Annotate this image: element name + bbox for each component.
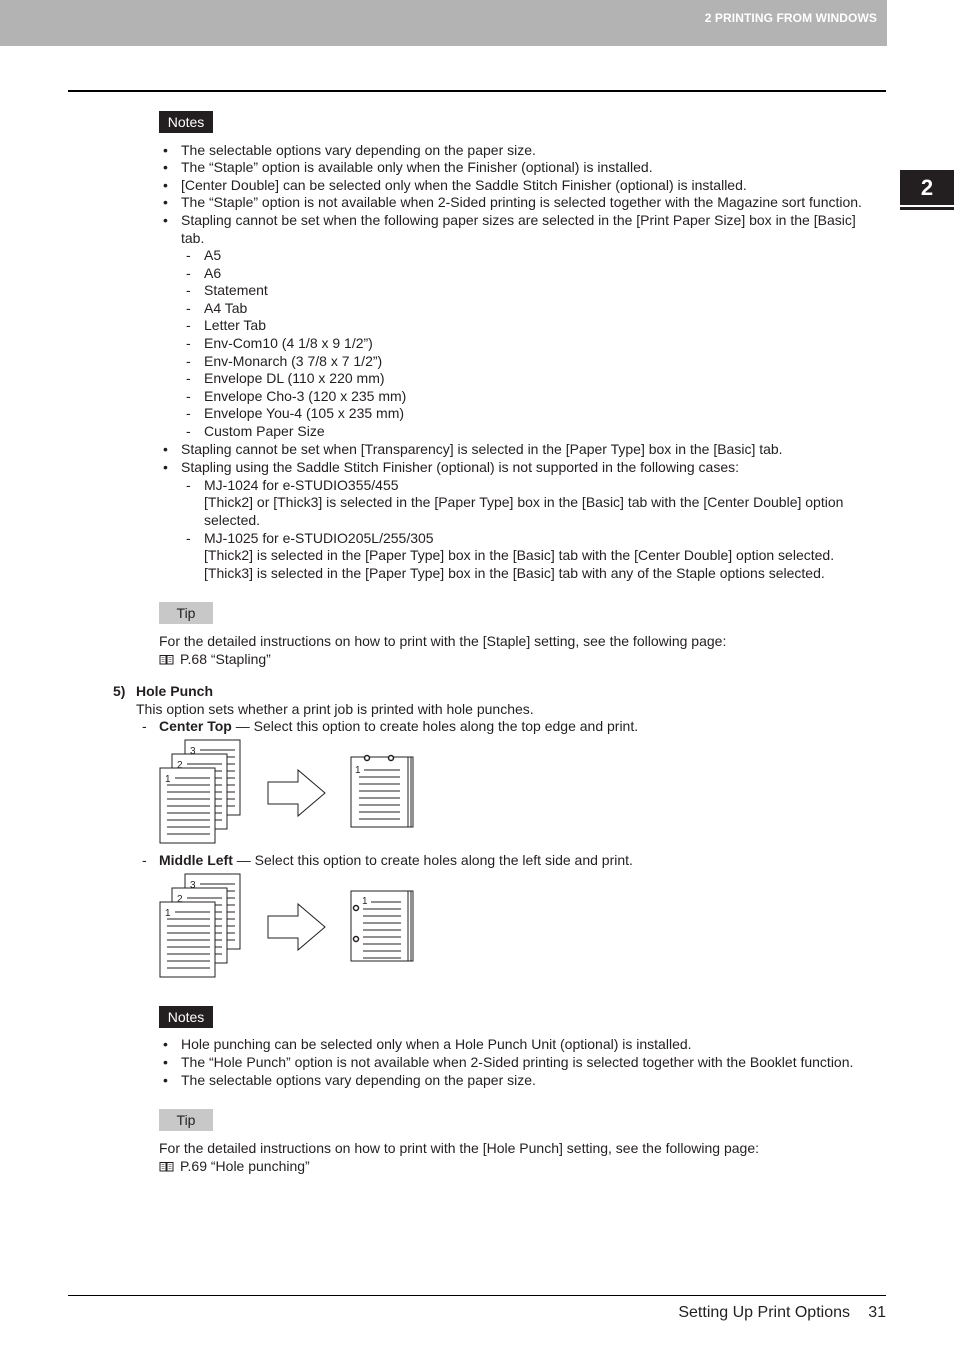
punch-hole: [352, 904, 360, 912]
footer-divider: [68, 1295, 886, 1296]
tip-label: Tip: [159, 1109, 213, 1131]
notes-label: Notes: [159, 111, 213, 133]
list-item-continuation: tab.: [181, 230, 205, 246]
tip-link-text[interactable]: P.69 “Hole punching”: [180, 1158, 310, 1174]
notes-label: Notes: [159, 1006, 213, 1028]
dash-icon: -: [142, 718, 147, 734]
footer-section-title: Setting Up Print Options: [678, 1304, 850, 1321]
paper-size-item: A5: [204, 247, 222, 263]
case-model: MJ-1024 for e-STUDIO355/455: [204, 477, 399, 493]
page-number-label: 1: [165, 908, 171, 919]
punch-hole: [363, 754, 371, 762]
page-number-label: 1: [362, 896, 368, 907]
book-icon: [159, 1162, 174, 1172]
dash-icon: -: [186, 335, 191, 351]
bullet-icon: •: [163, 459, 168, 475]
list-item: [Center Double] can be selected only whe…: [181, 177, 747, 193]
case-detail: [Thick2] or [Thick3] is selected in the …: [204, 494, 844, 510]
top-divider: [68, 90, 886, 92]
book-icon: [159, 655, 174, 665]
case-detail: [Thick2] is selected in the [Paper Type]…: [204, 547, 835, 563]
option-center-top: Center Top — Select this option to creat…: [159, 717, 638, 735]
chapter-title: 2 PRINTING FROM WINDOWS: [704, 11, 877, 25]
page-number-label: 1: [165, 774, 171, 785]
bullet-icon: •: [163, 194, 168, 210]
dash-icon: -: [186, 423, 191, 439]
list-item: The selectable options vary depending on…: [181, 1072, 536, 1088]
paper-size-item: A6: [204, 264, 222, 281]
dash-icon: -: [186, 282, 191, 299]
punch-hole: [352, 935, 360, 943]
list-item: Stapling using the Saddle Stitch Finishe…: [181, 459, 739, 475]
header-bar: 2 PRINTING FROM WINDOWS: [0, 0, 887, 46]
punch-hole: [387, 754, 395, 762]
section-description: This option sets whether a print job is …: [136, 701, 534, 717]
list-item: The “Staple” option is not available whe…: [181, 194, 862, 210]
paper-size-item: Env-Monarch (3 7/8 x 7 1/2”): [204, 352, 383, 369]
list-item: The “Staple” option is available only wh…: [181, 159, 653, 175]
bullet-icon: •: [163, 212, 168, 228]
case-detail: selected.: [204, 512, 261, 528]
list-item: The “Hole Punch” option is not available…: [181, 1054, 854, 1070]
paper-size-item: A4 Tab: [204, 299, 248, 316]
dash-icon: -: [186, 352, 191, 369]
section-title: Hole Punch: [136, 683, 214, 699]
dash-icon: -: [186, 299, 191, 316]
bullet-icon: •: [163, 142, 168, 158]
page-number-label: 1: [355, 765, 361, 776]
dash-icon: -: [186, 477, 191, 493]
tip-text: For the detailed instructions on how to …: [159, 633, 727, 649]
tip-link-text[interactable]: P.68 “Stapling”: [180, 651, 271, 667]
chapter-tab-underline: [900, 207, 954, 210]
tip-text: For the detailed instructions on how to …: [159, 1140, 760, 1156]
bullet-icon: •: [163, 1036, 168, 1052]
dash-icon: -: [186, 387, 191, 404]
bullet-icon: •: [163, 159, 168, 175]
option-middle-left: Middle Left — Select this option to crea…: [159, 851, 633, 869]
dash-icon: -: [142, 852, 147, 868]
list-item: Stapling cannot be set when [Transparenc…: [181, 441, 783, 457]
bullet-icon: •: [163, 441, 168, 457]
case-detail: [Thick3] is selected in the [Paper Type]…: [204, 565, 825, 581]
dash-icon: -: [186, 264, 191, 281]
middle-left-illustration: 3211: [159, 873, 414, 978]
paper-size-item: Envelope You-4 (105 x 235 mm): [204, 405, 405, 422]
arrow-icon: [267, 768, 326, 818]
page-number: 31: [868, 1304, 886, 1321]
chapter-tab[interactable]: 2: [900, 170, 954, 205]
list-item: Stapling cannot be set when the followin…: [181, 212, 856, 228]
bullet-icon: •: [163, 1054, 168, 1070]
center-top-illustration: 3211: [159, 739, 414, 844]
dash-icon: -: [186, 370, 191, 387]
bullet-icon: •: [163, 177, 168, 193]
list-item: The selectable options vary depending on…: [181, 142, 536, 158]
dash-icon: -: [186, 317, 191, 334]
option-name: Center Top: [159, 718, 232, 734]
tip-label: Tip: [159, 602, 213, 624]
paper-size-item: Envelope DL (110 x 220 mm): [204, 370, 385, 387]
section-number: 5): [113, 683, 126, 699]
paper-size-item: Envelope Cho-3 (120 x 235 mm): [204, 387, 407, 404]
option-name: Middle Left: [159, 852, 233, 868]
list-item: Hole punching can be selected only when …: [181, 1036, 692, 1052]
option-desc: — Select this option to create holes alo…: [231, 718, 639, 734]
dash-icon: -: [186, 247, 191, 263]
paper-size-item: Statement: [204, 282, 268, 299]
paper-size-item: Custom Paper Size: [204, 423, 325, 439]
arrow-icon: [267, 902, 326, 952]
tip-link[interactable]: P.69 “Hole punching”: [159, 1157, 310, 1175]
paper-size-item: Letter Tab: [204, 317, 267, 334]
paper-size-item: Env-Com10 (4 1/8 x 9 1/2”): [204, 335, 373, 351]
option-desc: — Select this option to create holes alo…: [232, 852, 633, 868]
dash-icon: -: [186, 405, 191, 422]
tip-link[interactable]: P.68 “Stapling”: [159, 650, 271, 668]
dash-icon: -: [186, 530, 191, 546]
case-model: MJ-1025 for e-STUDIO205L/255/305: [204, 530, 434, 546]
bullet-icon: •: [163, 1072, 168, 1088]
